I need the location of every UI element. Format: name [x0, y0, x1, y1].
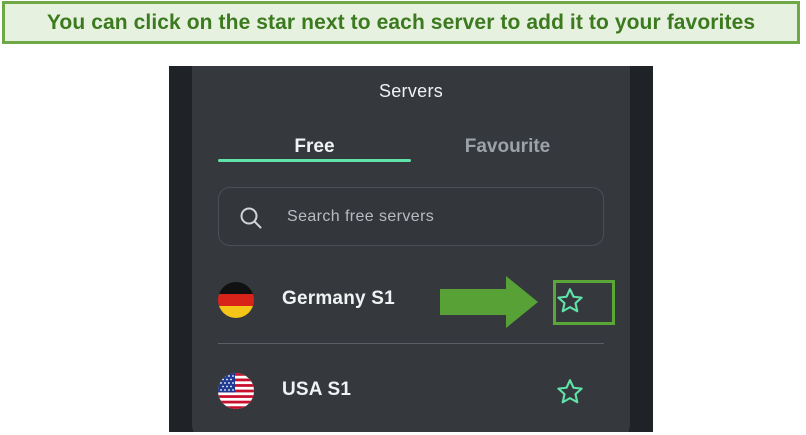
search-box[interactable] [218, 187, 604, 246]
annotation-arrow-icon [440, 276, 538, 328]
star-outline-icon[interactable] [555, 377, 585, 407]
instruction-callout-text: You can click on the star next to each s… [46, 10, 756, 34]
search-icon [239, 206, 263, 230]
server-name: Germany S1 [282, 288, 395, 309]
server-row-usa-s1[interactable]: USA S1 [218, 367, 604, 417]
tab-free[interactable]: Free [218, 136, 411, 160]
panel-title: Servers [378, 81, 444, 101]
tab-favourite[interactable]: Favourite [411, 136, 604, 160]
row-divider [218, 343, 604, 344]
active-tab-indicator [218, 159, 411, 162]
usa-flag-icon [218, 373, 254, 409]
server-row-germany-s1[interactable]: Germany S1 [218, 276, 604, 326]
servers-screen: Servers Free Favourite Germany S1 [169, 66, 653, 432]
germany-flag-icon [218, 282, 254, 318]
star-highlight-box [553, 280, 615, 325]
search-input[interactable] [287, 202, 577, 232]
instruction-callout: You can click on the star next to each s… [2, 1, 800, 44]
server-name: USA S1 [282, 379, 352, 400]
